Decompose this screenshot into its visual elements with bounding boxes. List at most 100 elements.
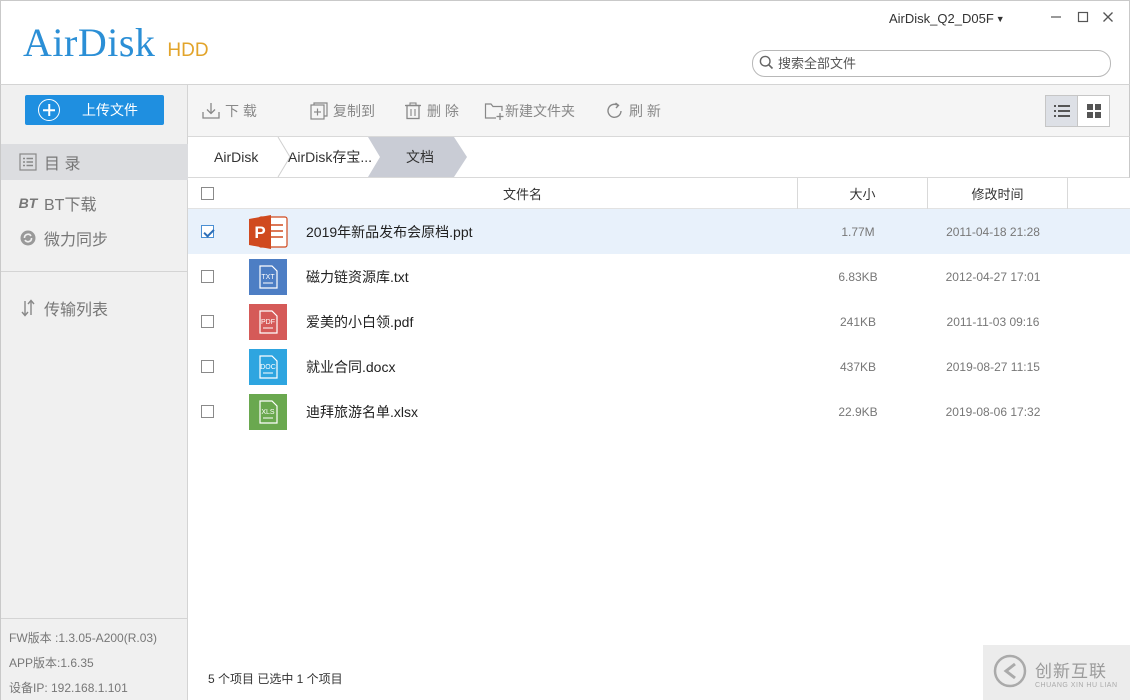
- download-icon: [201, 101, 221, 121]
- file-name[interactable]: 磁力链资源库.txt: [306, 254, 409, 299]
- file-name[interactable]: 就业合同.docx: [306, 344, 395, 389]
- app-logo: AirDisk HDD: [23, 19, 209, 66]
- file-table: 文件名 大小 修改时间 P 2019年新品发布会原档.ppt 1.77M 201…: [188, 178, 1130, 434]
- table-row[interactable]: TXT 磁力链资源库.txt 6.83KB 2012-04-27 17:01: [188, 254, 1130, 299]
- new-folder-icon: [484, 101, 505, 121]
- delete-button[interactable]: 删 除: [403, 99, 459, 123]
- svg-text:TXT: TXT: [261, 274, 275, 281]
- chevron-down-icon: ▼: [995, 13, 1005, 24]
- close-icon[interactable]: [1100, 10, 1116, 26]
- minimize-icon[interactable]: [1048, 10, 1064, 26]
- sidebar-item-transfer-list[interactable]: 传输列表: [1, 290, 188, 326]
- row-checkbox[interactable]: [201, 315, 214, 328]
- download-button[interactable]: 下 载: [201, 99, 257, 123]
- breadcrumb-item-root[interactable]: AirDisk: [214, 137, 258, 177]
- column-header-name[interactable]: 文件名: [188, 178, 798, 209]
- file-name[interactable]: 爱美的小白领.pdf: [306, 299, 413, 344]
- file-name[interactable]: 迪拜旅游名单.xlsx: [306, 389, 418, 434]
- list-view-icon[interactable]: [1045, 95, 1078, 127]
- sidebar-item-label: 微力同步: [44, 232, 109, 249]
- file-modified: 2011-04-18 21:28: [946, 224, 1040, 239]
- fw-version: FW版本 :1.3.05-A200(R.03): [9, 631, 158, 645]
- device-ip: 设备IP: 192.168.1.101: [9, 681, 128, 695]
- refresh-label: 刷 新: [629, 103, 661, 119]
- svg-text:DOC: DOC: [260, 364, 276, 371]
- column-header-size[interactable]: 大小: [798, 178, 928, 209]
- file-size: 22.9KB: [838, 404, 878, 419]
- delete-label: 删 除: [427, 103, 459, 119]
- file-modified: 2019-08-27 11:15: [946, 359, 1040, 374]
- breadcrumb: AirDisk AirDisk存宝... 文档: [188, 137, 1130, 178]
- logo-sub-text: HDD: [167, 40, 209, 61]
- watermark-logo-icon: [993, 654, 1027, 691]
- new-folder-button[interactable]: 新建文件夹: [484, 99, 575, 123]
- breadcrumb-item-storage[interactable]: AirDisk存宝...: [288, 137, 372, 177]
- pdf-file-icon: PDF: [249, 304, 287, 340]
- sidebar-divider: [1, 271, 188, 272]
- toolbar: 下 载 复制到 删 除 新建文件夹 刷 新: [188, 85, 1130, 137]
- search-box: [752, 50, 1111, 77]
- search-input[interactable]: [778, 56, 1098, 71]
- refresh-button[interactable]: 刷 新: [605, 99, 661, 123]
- column-header-modified[interactable]: 修改时间: [928, 178, 1068, 209]
- row-checkbox[interactable]: [201, 270, 214, 283]
- doc-file-icon: DOC: [249, 349, 287, 385]
- file-size: 1.77M: [841, 224, 875, 239]
- sidebar-item-directory[interactable]: 目 录: [1, 144, 188, 180]
- table-row[interactable]: XLS 迪拜旅游名单.xlsx 22.9KB 2019-08-06 17:32: [188, 389, 1130, 434]
- sidebar-item-label: 目 录: [44, 156, 81, 173]
- column-header-label: 大小: [849, 187, 876, 202]
- txt-file-icon: TXT: [249, 259, 287, 295]
- upload-button-label: 上传文件: [82, 102, 138, 118]
- copy-icon: [309, 101, 329, 121]
- watermark-main: 创新互联: [1035, 661, 1107, 681]
- svg-text:PDF: PDF: [261, 319, 275, 326]
- transfer-icon: [18, 298, 38, 318]
- file-modified: 2019-08-06 17:32: [945, 404, 1041, 419]
- file-modified: 2012-04-27 17:01: [945, 269, 1041, 284]
- new-folder-label: 新建文件夹: [505, 103, 575, 119]
- copy-to-button[interactable]: 复制到: [309, 99, 375, 123]
- upload-file-button[interactable]: 上传文件: [25, 95, 164, 125]
- watermark-sub: CHUANG XIN HU LIAN: [1035, 681, 1118, 689]
- column-header-label: 文件名: [502, 187, 542, 202]
- breadcrumb-item-documents[interactable]: 文档: [406, 137, 434, 177]
- ppt-file-icon: P: [247, 214, 289, 250]
- file-size: 6.83KB: [838, 269, 878, 284]
- bt-icon: BT: [18, 195, 38, 211]
- file-size: 437KB: [839, 359, 877, 374]
- maximize-icon[interactable]: [1075, 10, 1091, 26]
- table-row[interactable]: PDF 爱美的小白领.pdf 241KB 2011-11-03 09:16: [188, 299, 1130, 344]
- row-checkbox[interactable]: [201, 225, 214, 238]
- table-row[interactable]: DOC 就业合同.docx 437KB 2019-08-27 11:15: [188, 344, 1130, 389]
- sidebar-item-sync[interactable]: 微力同步: [1, 220, 188, 256]
- copy-to-label: 复制到: [333, 103, 375, 119]
- sidebar-item-label: BT下载: [44, 197, 97, 214]
- file-name[interactable]: 2019年新品发布会原档.ppt: [306, 209, 473, 254]
- table-header: 文件名 大小 修改时间: [188, 178, 1130, 209]
- refresh-icon: [605, 101, 625, 121]
- title-bar: AirDisk HDD AirDisk_Q2_D05F ▼: [0, 0, 1130, 85]
- svg-text:P: P: [254, 223, 265, 242]
- app-version: APP版本:1.6.35: [9, 656, 94, 670]
- row-checkbox[interactable]: [201, 405, 214, 418]
- download-label: 下 载: [225, 103, 257, 119]
- table-row[interactable]: P 2019年新品发布会原档.ppt 1.77M 2011-04-18 21:2…: [188, 209, 1130, 254]
- watermark: 创新互联 CHUANG XIN HU LIAN: [983, 645, 1130, 700]
- sidebar-item-bt-download[interactable]: BT BT下载: [1, 185, 188, 221]
- device-selector[interactable]: AirDisk_Q2_D05F ▼: [889, 11, 1005, 26]
- grid-view-icon[interactable]: [1077, 95, 1110, 127]
- file-size: 241KB: [839, 314, 877, 329]
- status-text: 5 个项目 已选中 1 个项目: [208, 672, 343, 686]
- search-icon[interactable]: [759, 55, 774, 73]
- sidebar: 上传文件 目 录 BT BT下载 微力同步 传输列表 FW版本 :1.3.05-…: [0, 85, 188, 700]
- row-checkbox[interactable]: [201, 360, 214, 373]
- sidebar-divider: [1, 618, 188, 619]
- file-modified: 2011-11-03 09:16: [946, 314, 1040, 329]
- sidebar-item-label: 传输列表: [44, 302, 109, 319]
- plus-circle-icon: [38, 99, 60, 121]
- sync-icon: [18, 229, 38, 247]
- trash-icon: [403, 101, 423, 121]
- device-name: AirDisk_Q2_D05F: [889, 11, 994, 26]
- column-header-label: 修改时间: [971, 187, 1024, 202]
